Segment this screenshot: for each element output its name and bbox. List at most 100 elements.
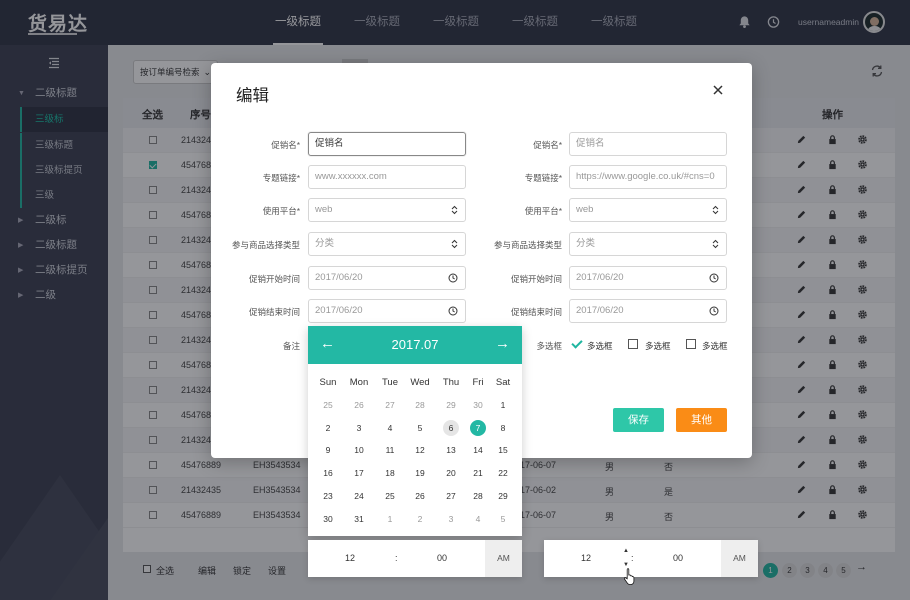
calendar-day[interactable]: 23: [320, 488, 336, 504]
calendar-day[interactable]: 13: [443, 442, 459, 458]
calendar-day[interactable]: 22: [495, 465, 511, 481]
close-icon[interactable]: [712, 84, 724, 96]
calendar-day[interactable]: 9: [320, 442, 336, 458]
select-arrows-icon: [712, 239, 719, 249]
right-field-4[interactable]: 分类: [569, 232, 727, 256]
multi-checkbox-2[interactable]: [628, 339, 638, 349]
field-label: 促销开始时间: [248, 274, 300, 284]
other-button[interactable]: 其他: [676, 408, 727, 432]
left-field-5[interactable]: 2017/06/20: [308, 266, 466, 290]
right-field-5[interactable]: 2017/06/20: [569, 266, 727, 290]
calendar-day[interactable]: 1: [382, 511, 398, 527]
calendar-day[interactable]: 26: [351, 397, 367, 413]
field-label: 使用平台*: [524, 206, 562, 216]
field-text: 2017/06/20: [315, 305, 363, 316]
field-text: web: [315, 204, 333, 215]
calendar-day[interactable]: 5: [412, 420, 428, 436]
calendar-day[interactable]: 12: [412, 442, 428, 458]
field-label: 专题链接*: [524, 173, 562, 183]
calendar-day[interactable]: 28: [470, 488, 486, 504]
date-picker-header: ← 2017.07 →: [308, 326, 522, 364]
hour-field[interactable]: 12: [345, 553, 355, 563]
calendar-day[interactable]: 27: [382, 397, 398, 413]
calendar-day[interactable]: 19: [412, 465, 428, 481]
field-label: 使用平台*: [262, 206, 300, 216]
save-button[interactable]: 保存: [613, 408, 664, 432]
weekday-label: Mon: [349, 377, 369, 388]
calendar-day[interactable]: 25: [320, 397, 336, 413]
multi-checkbox-3[interactable]: [686, 339, 696, 349]
calendar-day[interactable]: 31: [351, 511, 367, 527]
calendar-day[interactable]: 15: [495, 442, 511, 458]
calendar-day[interactable]: 10: [351, 442, 367, 458]
next-month-button[interactable]: →: [495, 335, 510, 352]
clock-icon: [709, 273, 719, 283]
ampm-toggle[interactable]: AM: [721, 540, 758, 577]
left-field-2[interactable]: www.xxxxxx.com: [308, 165, 466, 189]
calendar-day[interactable]: 7: [470, 419, 486, 436]
right-field-3[interactable]: web: [569, 198, 727, 222]
calendar-day[interactable]: 28: [412, 397, 428, 413]
left-field-3[interactable]: web: [308, 198, 466, 222]
calendar-day[interactable]: 3: [351, 420, 367, 436]
weekday-label: Fri: [472, 377, 484, 388]
field-text: 促销名: [576, 138, 605, 149]
weekday-label: Sat: [495, 377, 511, 388]
calendar-day[interactable]: 6: [443, 419, 459, 436]
calendar-day[interactable]: 21: [470, 465, 486, 481]
minute-field[interactable]: 00: [673, 553, 683, 563]
field-text: 分类: [576, 238, 596, 249]
calendar-day[interactable]: 5: [495, 511, 511, 527]
calendar-day[interactable]: 29: [495, 488, 511, 504]
multi-checkbox-label-3: 多选框: [702, 341, 728, 351]
calendar-day[interactable]: 2: [320, 420, 336, 436]
right-field-2[interactable]: https://www.google.co.uk/#cns=0: [569, 165, 727, 189]
calendar-day[interactable]: 30: [320, 511, 336, 527]
field-label: 促销名*: [271, 140, 300, 150]
calendar-day[interactable]: 29: [443, 397, 459, 413]
ampm-toggle[interactable]: AM: [485, 540, 522, 577]
calendar-day[interactable]: 17: [351, 465, 367, 481]
left-field-1[interactable]: 促销名: [308, 132, 466, 156]
time-picker-end: 12 ▲ ▼ : 00 AM: [544, 540, 758, 577]
calendar-day[interactable]: 20: [443, 465, 459, 481]
field-text: 2017/06/20: [576, 305, 624, 316]
time-separator: :: [631, 553, 634, 563]
calendar-day[interactable]: 30: [470, 397, 486, 413]
field-label: 促销名*: [533, 140, 562, 150]
field-text: 2017/06/20: [576, 272, 624, 283]
right-field-1[interactable]: 促销名: [569, 132, 727, 156]
calendar-day[interactable]: 27: [443, 488, 459, 504]
field-text: 促销名: [315, 138, 344, 149]
time-separator: :: [395, 553, 398, 563]
calendar-day[interactable]: 1: [495, 397, 511, 413]
date-picker: ← 2017.07 → Sun Mon Tue Wed Thu Fri Sat 25 26 27 2…: [308, 326, 522, 536]
multi-checkbox-label-1: 多选框: [587, 341, 613, 351]
field-text: https://www.google.co.uk/#cns=0: [576, 171, 715, 182]
calendar-day[interactable]: 26: [412, 488, 428, 504]
right-field-6[interactable]: 2017/06/20: [569, 299, 727, 323]
calendar-day[interactable]: 8: [495, 420, 511, 436]
field-label: 专题链接*: [262, 173, 300, 183]
calendar-day[interactable]: 11: [382, 442, 398, 458]
date-picker-month: 2017.07: [391, 337, 439, 352]
field-text: www.xxxxxx.com: [315, 171, 387, 182]
calendar-day[interactable]: 4: [470, 511, 486, 527]
minute-field[interactable]: 00: [437, 553, 447, 563]
calendar-day[interactable]: 3: [443, 511, 459, 527]
calendar-day[interactable]: 14: [470, 442, 486, 458]
calendar-day[interactable]: 18: [382, 465, 398, 481]
calendar-day[interactable]: 25: [382, 488, 398, 504]
calendar-day[interactable]: 2: [412, 511, 428, 527]
multi-checkbox-1[interactable]: [571, 338, 581, 348]
field-text: 分类: [315, 238, 335, 249]
calendar-day[interactable]: 16: [320, 465, 336, 481]
calendar-day[interactable]: 24: [351, 488, 367, 504]
calendar-day[interactable]: 4: [382, 420, 398, 436]
clock-icon: [709, 306, 719, 316]
weekday-label: Sun: [319, 377, 337, 388]
hour-field[interactable]: 12: [581, 553, 591, 563]
left-field-6[interactable]: 2017/06/20: [308, 299, 466, 323]
left-field-4[interactable]: 分类: [308, 232, 466, 256]
time-picker-start: 12 : 00 AM: [308, 540, 522, 577]
